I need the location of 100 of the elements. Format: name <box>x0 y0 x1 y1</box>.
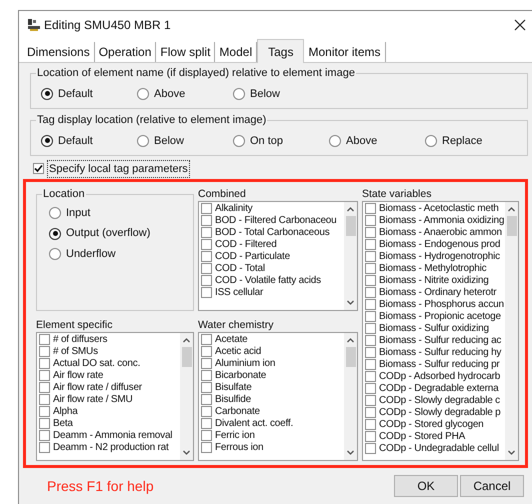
checkbox[interactable] <box>201 287 212 298</box>
dialog-button[interactable]: Cancel <box>460 475 524 498</box>
radio-label[interactable]: Underflow <box>66 246 116 262</box>
radio-button[interactable] <box>233 134 245 147</box>
checkbox[interactable] <box>39 334 50 346</box>
list-item-label[interactable]: Bisulfide <box>215 394 251 406</box>
checkbox[interactable] <box>365 203 376 214</box>
list-item-label[interactable]: Biomass - Phosphorus accun <box>379 298 504 311</box>
checkbox[interactable] <box>39 442 50 454</box>
scrollbar[interactable] <box>344 202 357 310</box>
list-item-label[interactable]: Air flow rate / SMU <box>53 394 133 406</box>
radio-button[interactable] <box>49 248 61 260</box>
checkbox[interactable] <box>39 406 50 418</box>
radio-label[interactable]: Above <box>154 86 186 102</box>
checkbox[interactable] <box>365 371 376 382</box>
checkbox[interactable] <box>365 299 376 310</box>
checkbox[interactable] <box>201 251 212 262</box>
list-item-label[interactable]: Biomass - Sulfur reducing pr <box>379 358 500 371</box>
radio-label[interactable]: Default <box>58 86 93 102</box>
scroll-up-icon[interactable] <box>507 204 516 214</box>
list-item-label[interactable]: Acetate <box>215 334 248 346</box>
radio-label[interactable]: Above <box>346 132 378 150</box>
checkbox-label[interactable]: Specify local tag parameters <box>47 160 190 178</box>
list-item-label[interactable]: Biomass - Nitrite oxidizing <box>379 274 489 287</box>
checkbox[interactable] <box>365 227 376 238</box>
list-item-label[interactable]: BOD - Filtered Carbonaceou <box>215 214 337 227</box>
list-item-label[interactable]: Deamm - N2 production rat <box>53 442 169 454</box>
radio-button[interactable] <box>233 88 245 100</box>
radio-label[interactable]: Output (overflow) <box>66 225 150 242</box>
list-item-label[interactable]: Biomass - Methylotrophic <box>379 262 486 275</box>
list-item-label[interactable]: Ferrous ion <box>215 442 264 454</box>
radio-button[interactable] <box>49 228 61 240</box>
scroll-thumb[interactable] <box>346 216 356 236</box>
scrollbar[interactable] <box>344 332 357 460</box>
checkbox[interactable] <box>201 442 212 454</box>
checkbox[interactable] <box>39 418 50 430</box>
scroll-down-icon[interactable] <box>182 448 191 458</box>
radio-label[interactable]: Input <box>66 204 90 222</box>
scrollbar[interactable] <box>180 332 193 460</box>
dialog-button[interactable]: OK <box>394 475 458 498</box>
list-item-label[interactable]: Alpha <box>53 406 78 418</box>
list-item-label[interactable]: Beta <box>53 418 73 430</box>
checkbox[interactable] <box>201 394 212 406</box>
checkbox[interactable] <box>201 239 212 250</box>
radio-label[interactable]: Replace <box>442 132 482 150</box>
radio-button[interactable] <box>41 134 53 147</box>
radio-button[interactable] <box>49 207 61 220</box>
list-item-label[interactable]: Deamm - Ammonia removal <box>53 430 172 442</box>
scroll-thumb[interactable] <box>182 346 192 367</box>
list-item-label[interactable]: # of SMUs <box>53 346 98 358</box>
list-item-label[interactable]: Biomass - Anaerobic ammon <box>379 226 502 239</box>
list-item-label[interactable]: COD - Filtered <box>215 238 277 251</box>
list-item-label[interactable]: COD - Particulate <box>215 250 290 263</box>
radio-label[interactable]: Below <box>154 132 184 150</box>
checkbox[interactable] <box>201 418 212 430</box>
checkbox[interactable] <box>201 227 212 238</box>
list-item-label[interactable]: COD - Volatile fatty acids <box>215 274 321 287</box>
checkbox[interactable] <box>39 430 50 442</box>
list-item-label[interactable]: Actual DO sat. conc. <box>53 358 140 370</box>
list-item-label[interactable]: Air flow rate <box>53 370 104 382</box>
checkbox[interactable] <box>365 407 376 418</box>
scrollbar[interactable] <box>505 202 518 460</box>
checkbox[interactable] <box>201 406 212 418</box>
list-item-label[interactable]: Alkalinity <box>215 202 252 215</box>
checkbox[interactable] <box>201 334 212 346</box>
list-item-label[interactable]: CODp - Stored glycogen <box>379 418 484 431</box>
checkbox[interactable] <box>39 358 50 370</box>
scroll-thumb[interactable] <box>346 346 356 367</box>
list-item-label[interactable]: Ferric ion <box>215 430 255 442</box>
checkbox[interactable] <box>365 347 376 358</box>
list-item-label[interactable]: Biomass - Acetoclastic meth <box>379 202 499 215</box>
checkbox[interactable] <box>365 431 376 442</box>
list-item-label[interactable]: Acetic acid <box>215 346 262 358</box>
checkbox[interactable] <box>201 430 212 442</box>
radio-button[interactable] <box>329 134 341 147</box>
radio-label[interactable]: On top <box>250 132 284 150</box>
radio-button[interactable] <box>41 88 53 100</box>
list-item-label[interactable]: ISS cellular <box>215 286 264 299</box>
radio-label[interactable]: Below <box>250 86 280 102</box>
checkbox[interactable] <box>365 383 376 394</box>
scroll-down-icon[interactable] <box>346 298 355 307</box>
checkbox[interactable] <box>365 395 376 406</box>
radio-button[interactable] <box>137 134 149 147</box>
radio-label[interactable]: Default <box>58 132 93 150</box>
tab[interactable]: Tags <box>257 39 304 63</box>
checkbox[interactable] <box>201 203 212 214</box>
checkbox[interactable] <box>201 275 212 286</box>
checkbox[interactable] <box>365 443 376 454</box>
checkbox[interactable] <box>365 323 376 334</box>
scroll-down-icon[interactable] <box>346 448 355 458</box>
list-item-label[interactable]: Biomass - Ammonia oxidizing <box>379 214 504 227</box>
checkbox[interactable] <box>365 311 376 322</box>
list-item-label[interactable]: Biomass - Propionic acetoge <box>379 310 501 323</box>
checkbox[interactable] <box>39 394 50 406</box>
checkbox[interactable] <box>201 358 212 370</box>
checkbox[interactable] <box>201 382 212 394</box>
checkbox[interactable] <box>33 163 44 174</box>
list-item-label[interactable]: CODp - Slowly degradable c <box>379 394 500 407</box>
scroll-thumb[interactable] <box>506 216 516 236</box>
list-item-label[interactable]: CODp - Adsorbed hydrocarb <box>379 370 500 383</box>
